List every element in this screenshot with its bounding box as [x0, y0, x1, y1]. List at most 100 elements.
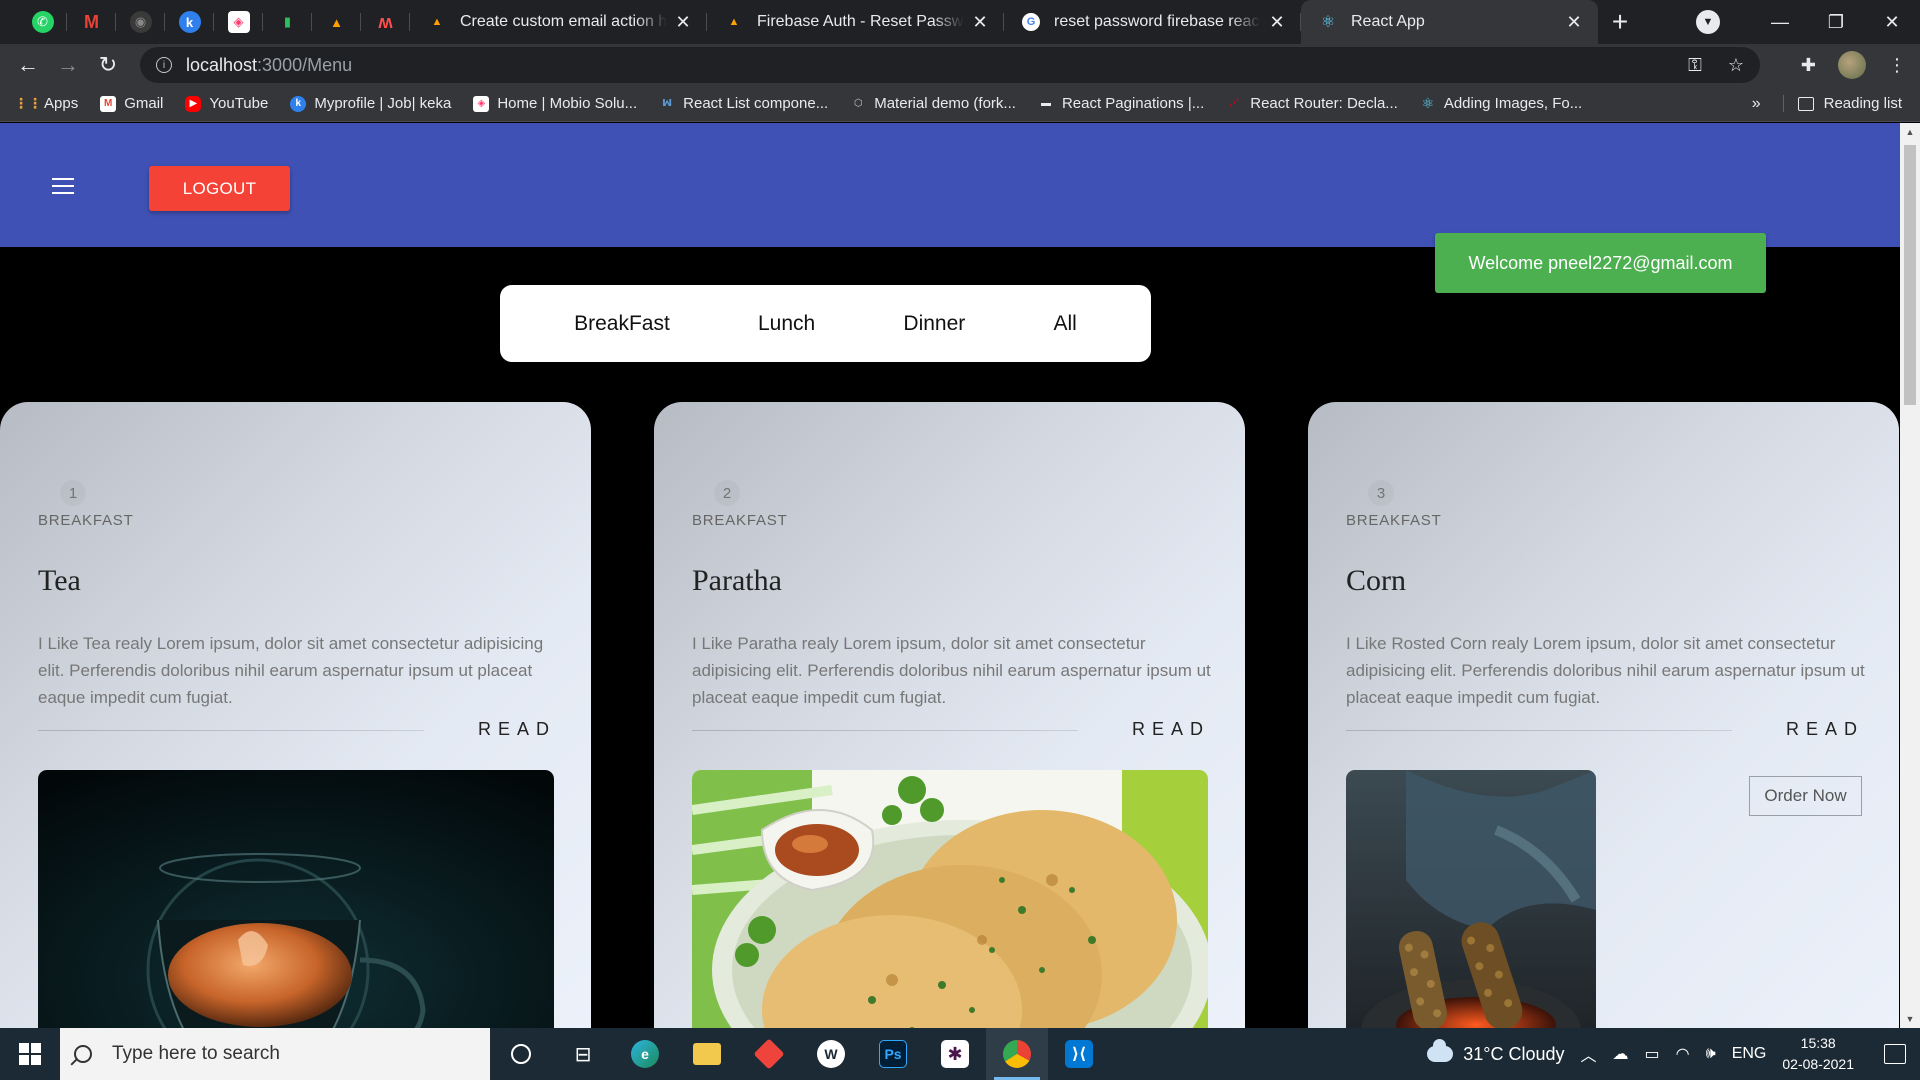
bookmarks-overflow-button[interactable]: » [1752, 95, 1761, 113]
filter-lunch-button[interactable]: Lunch [758, 312, 815, 336]
taskbar-chrome[interactable] [986, 1028, 1048, 1080]
tray-chevron-icon[interactable]: ︿ [1581, 1042, 1597, 1066]
browser-tab[interactable]: ▲ Create custom email action hand ✕ [410, 0, 707, 44]
bookmark-item[interactable]: ⚛ Adding Images, Fo... [1420, 95, 1583, 112]
bookmark-label: React Paginations |... [1061, 95, 1205, 112]
pinned-tab-monday[interactable]: ʍ [361, 0, 410, 44]
scroll-down-icon[interactable]: ▼ [1904, 1014, 1916, 1024]
extensions-icon[interactable]: ✚ [1801, 55, 1816, 76]
bookmark-item[interactable]: k Myprofile | Job| keka [290, 95, 451, 112]
bookmark-item[interactable]: ⋮⋮ Apps [14, 95, 79, 112]
close-icon[interactable]: ✕ [1564, 12, 1584, 33]
close-icon[interactable]: ✕ [673, 12, 693, 33]
menu-kebab-icon[interactable]: ⋮ [1888, 55, 1906, 76]
taskbar-anydesk[interactable] [738, 1028, 800, 1080]
edge-icon: e [631, 1040, 659, 1068]
close-icon[interactable]: ✕ [970, 12, 990, 33]
browser-tab[interactable]: G reset password firebase react - G ✕ [1004, 0, 1301, 44]
bookmark-label: Material demo (fork... [874, 95, 1016, 112]
pinned-tab-firebase[interactable]: ▲ [312, 0, 361, 44]
menu-card: 2 BREAKFAST Paratha I Like Paratha realy… [654, 402, 1245, 1028]
logout-button[interactable]: LOGOUT [149, 166, 290, 211]
taskbar-photoshop[interactable]: Ps [862, 1028, 924, 1080]
pinned-tab-github[interactable]: ◉ [116, 0, 165, 44]
bookmark-item[interactable]: ▬ React Paginations |... [1038, 95, 1204, 112]
new-tab-button[interactable]: + [1598, 0, 1642, 44]
task-view-icon: ⊟ [574, 1043, 592, 1066]
wifi-icon[interactable]: ◠ [1676, 1044, 1690, 1064]
tab-search-icon[interactable]: ▼ [1696, 10, 1720, 34]
bookmark-star-icon[interactable]: ☆ [1728, 55, 1744, 76]
bookmark-label: YouTube [209, 95, 269, 112]
volume-icon[interactable]: 🕪 [1706, 1045, 1716, 1063]
taskbar-edge[interactable]: e [614, 1028, 676, 1080]
address-bar[interactable]: i localhost:3000/Menu ⚿ ☆ [140, 47, 1760, 83]
bookmark-item[interactable]: ◈ Home | Mobio Solu... [473, 95, 637, 112]
firebase-icon: ▲ [330, 14, 343, 30]
paratha-photo-graphic [692, 770, 1208, 1028]
bookmark-item[interactable]: ⬡ Material demo (fork... [850, 95, 1016, 112]
pinned-tab-evernote[interactable]: ▮ [263, 0, 312, 44]
onedrive-icon[interactable]: ☁ [1613, 1044, 1629, 1064]
bookmark-item[interactable]: ▶ YouTube [185, 95, 268, 112]
bookmark-item[interactable]: M Gmail [100, 95, 163, 112]
taskbar-vscode[interactable]: ⟩⟨ [1048, 1028, 1110, 1080]
hamburger-menu-icon[interactable] [52, 178, 74, 194]
pinned-tab-mobio[interactable]: ◈ [214, 0, 263, 44]
taskbar-file-explorer[interactable] [676, 1028, 738, 1080]
read-link[interactable]: READ [478, 719, 556, 740]
anydesk-icon [753, 1038, 785, 1070]
battery-icon[interactable]: ▭ [1645, 1044, 1660, 1064]
cortana-button[interactable] [490, 1028, 552, 1080]
page-scrollbar[interactable]: ▲ ▼ [1900, 123, 1920, 1028]
minimize-icon[interactable]: — [1752, 12, 1808, 33]
scroll-up-icon[interactable]: ▲ [1904, 127, 1916, 137]
bookmark-label: Gmail [124, 95, 164, 112]
site-info-icon[interactable]: i [156, 57, 172, 73]
profile-avatar[interactable] [1838, 51, 1866, 79]
card-divider [38, 730, 424, 731]
pinned-tab-gmail[interactable]: M [67, 0, 116, 44]
filter-dinner-button[interactable]: Dinner [903, 312, 965, 336]
notification-icon[interactable] [1884, 1044, 1906, 1064]
read-link[interactable]: READ [1786, 719, 1864, 740]
filter-breakfast-button[interactable]: BreakFast [574, 312, 670, 336]
reload-button[interactable]: ↻ [88, 52, 128, 78]
slack-icon: ✱ [941, 1040, 969, 1068]
filter-all-button[interactable]: All [1054, 312, 1077, 336]
windows-start-icon[interactable] [0, 1028, 60, 1080]
folder-icon [693, 1043, 721, 1065]
bookmark-item[interactable]: ⋰ React Router: Decla... [1226, 95, 1398, 112]
card-divider [1346, 730, 1732, 731]
paratha-photo [692, 770, 1208, 1028]
pinned-tab-keka[interactable]: k [165, 0, 214, 44]
browser-tab[interactable]: ▲ Firebase Auth - Reset Password ( ✕ [707, 0, 1004, 44]
reading-list-button[interactable]: Reading list [1782, 95, 1902, 112]
language-indicator[interactable]: ENG [1732, 1045, 1767, 1063]
pinned-tab-whatsapp[interactable]: ✆ [18, 0, 67, 44]
restore-icon[interactable]: ❐ [1808, 12, 1864, 33]
gmail-icon: M [100, 95, 117, 112]
bookmark-label: Apps [44, 95, 79, 112]
card-description: I Like Tea realy Lorem ipsum, dolor sit … [38, 634, 544, 707]
page-viewport: LOGOUT Welcome pneel2272@gmail.com Break… [0, 123, 1900, 1028]
bookmark-icon: ▬ [1040, 98, 1051, 109]
card-title: Corn [1346, 564, 1406, 597]
key-icon[interactable]: ⚿ [1688, 55, 1702, 76]
forward-button[interactable]: → [48, 52, 88, 78]
browser-tab-active[interactable]: ⚛ React App ✕ [1301, 0, 1598, 44]
bookmark-item[interactable]: ꟽ React List compone... [659, 95, 828, 112]
taskbar-app[interactable]: W [800, 1028, 862, 1080]
taskbar-search-box[interactable]: Type here to search [60, 1028, 490, 1080]
taskbar-slack[interactable]: ✱ [924, 1028, 986, 1080]
weather-widget[interactable]: 31°C Cloudy [1427, 1039, 1565, 1065]
scrollbar-thumb[interactable] [1904, 145, 1916, 405]
back-button[interactable]: ← [8, 52, 48, 78]
taskbar-clock[interactable]: 15:38 02-08-2021 [1782, 1033, 1854, 1075]
order-now-button[interactable]: Order Now [1749, 776, 1862, 816]
task-view-button[interactable]: ⊟ [552, 1028, 614, 1080]
close-icon[interactable]: ✕ [1267, 12, 1287, 33]
window-close-icon[interactable]: ✕ [1864, 12, 1920, 33]
app-bar: LOGOUT [0, 123, 1900, 247]
read-link[interactable]: READ [1132, 719, 1210, 740]
